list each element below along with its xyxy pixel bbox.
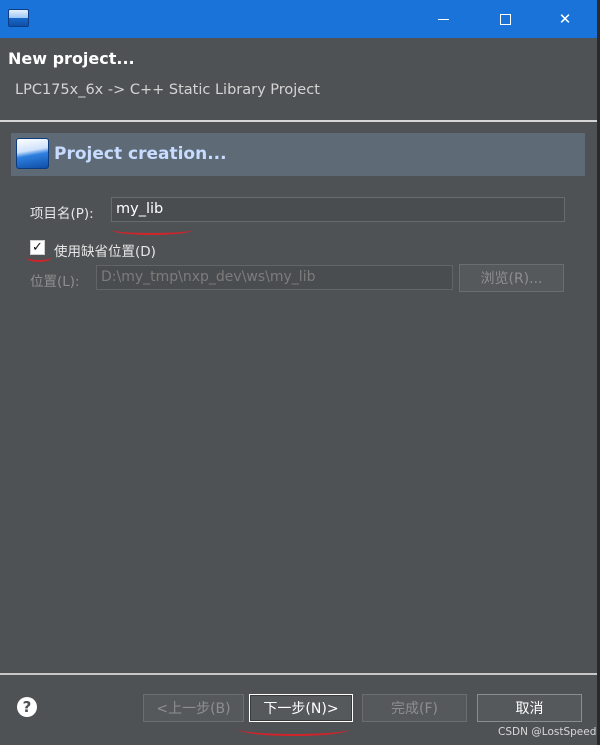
cancel-button[interactable]: 取消 xyxy=(477,694,582,722)
minimize-button[interactable] xyxy=(420,0,466,38)
dialog-subtitle: LPC175x_6x -> C++ Static Library Project xyxy=(15,82,320,98)
minimize-icon xyxy=(437,18,449,20)
annotation-underline xyxy=(26,252,52,262)
app-icon xyxy=(8,9,29,27)
footer-divider xyxy=(0,673,597,675)
title-bar[interactable]: ✕ xyxy=(0,0,597,38)
page-title: Project creation... xyxy=(54,144,227,164)
finish-button[interactable]: 完成(F) xyxy=(362,694,467,722)
new-project-dialog: ✕ New project... LPC175x_6x -> C++ Stati… xyxy=(0,0,597,745)
back-button[interactable]: <上一步(B) xyxy=(143,694,244,722)
project-name-label: 项目名(P): xyxy=(30,206,94,222)
next-button[interactable]: 下一步(N)> xyxy=(249,694,353,722)
maximize-button[interactable] xyxy=(482,0,528,38)
annotation-underline xyxy=(112,225,192,235)
location-label: 位置(L): xyxy=(30,274,80,290)
maximize-icon xyxy=(499,13,511,25)
project-name-input[interactable]: my_lib xyxy=(111,197,565,222)
location-input[interactable]: D:\my_tmp\nxp_dev\ws\my_lib xyxy=(96,265,453,290)
header-divider xyxy=(0,120,597,122)
close-button[interactable]: ✕ xyxy=(542,0,588,38)
help-icon[interactable]: ? xyxy=(17,697,37,717)
close-icon: ✕ xyxy=(558,10,572,28)
browse-button[interactable]: 浏览(R)... xyxy=(459,264,564,292)
use-default-location-label[interactable]: 使用缺省位置(D) xyxy=(54,240,156,260)
dialog-title: New project... xyxy=(8,49,135,68)
annotation-underline xyxy=(238,722,350,736)
watermark: CSDN @LostSpeed xyxy=(498,726,597,738)
page-title-banner: Project creation... xyxy=(11,133,585,176)
banner-icon xyxy=(16,138,49,169)
